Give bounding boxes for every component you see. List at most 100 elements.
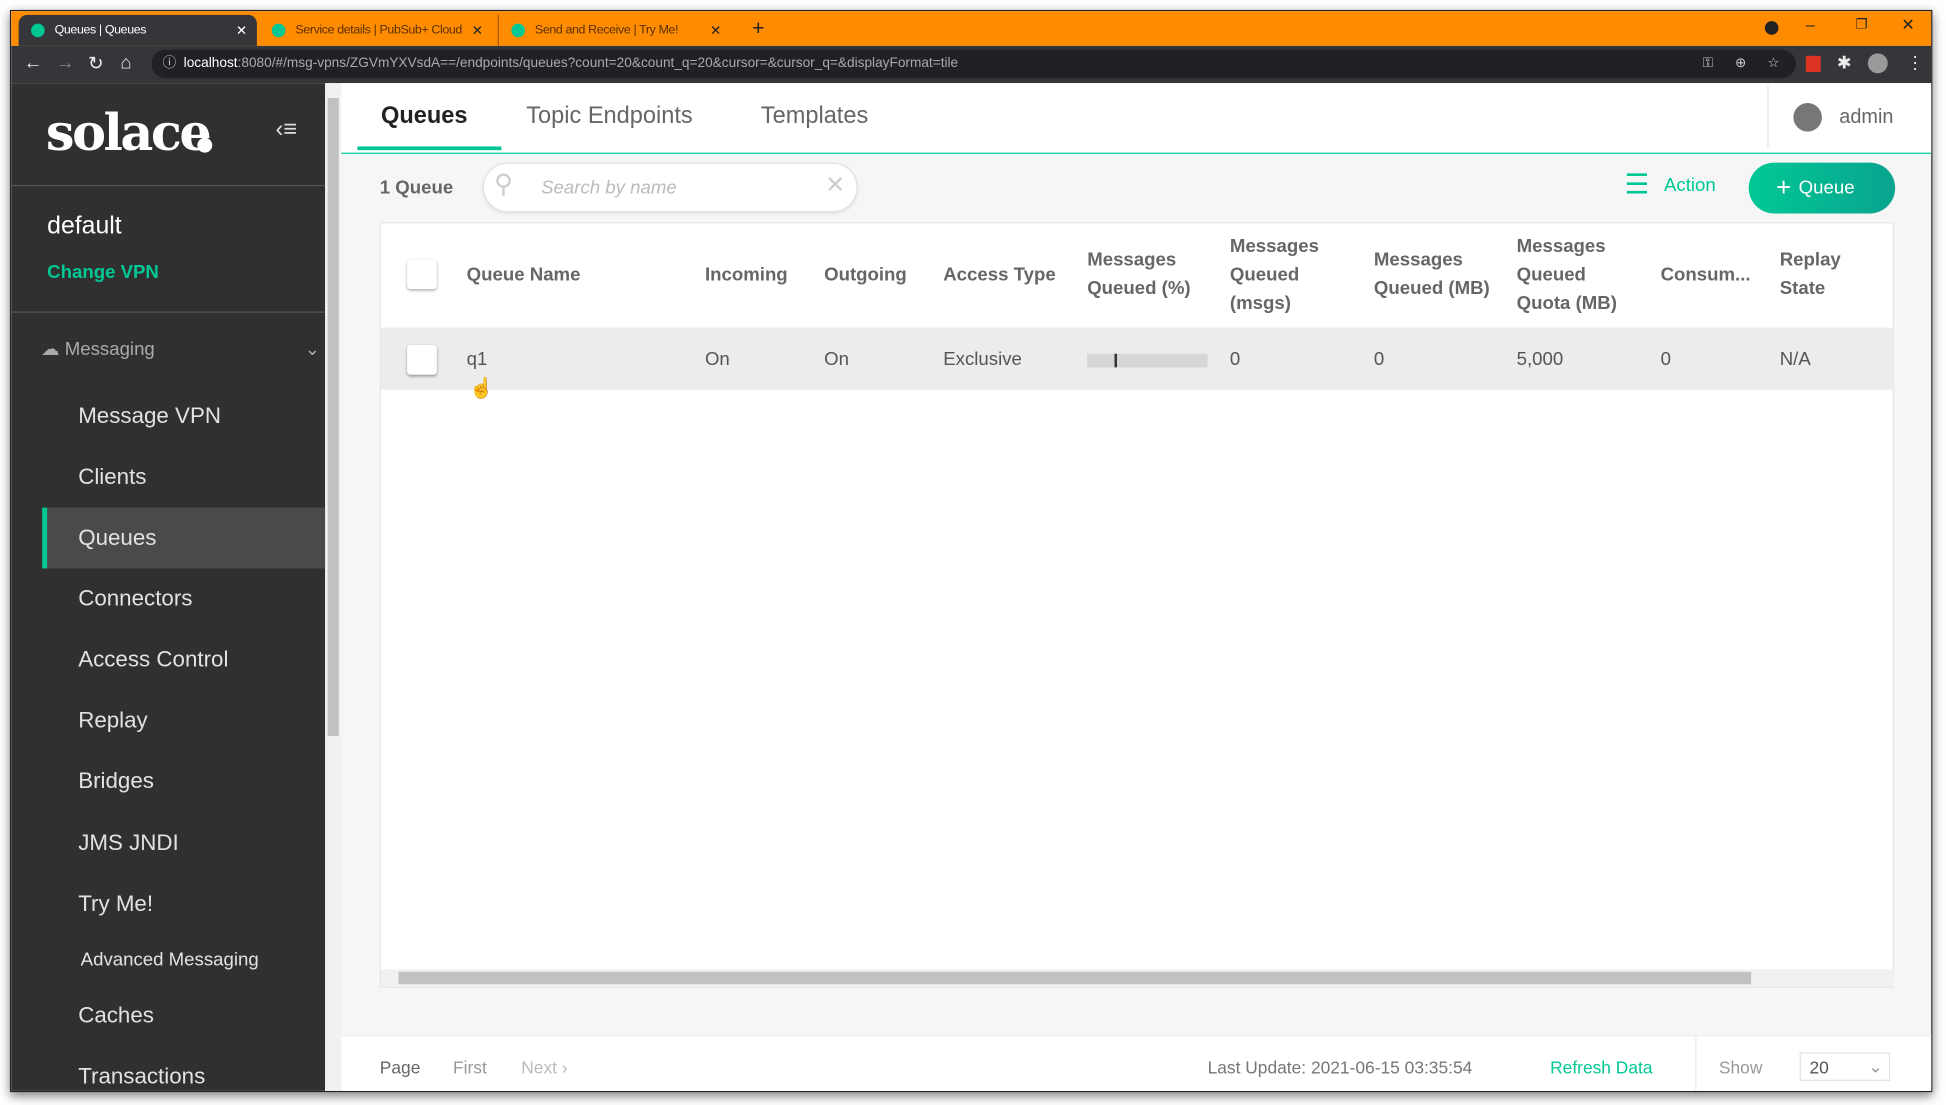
sliders-icon: ☰ (1624, 168, 1650, 200)
url-input[interactable]: ⓘ localhost:8080/#/msg-vpns/ZGVmYXVsdA==/… (151, 49, 1796, 79)
col-outgoing[interactable]: Outgoing (824, 261, 907, 290)
col-consumers[interactable]: Consum... (1661, 261, 1751, 290)
row-checkbox[interactable] (407, 345, 437, 375)
horizontal-scrollbar[interactable] (381, 969, 1894, 987)
col-label: Queued (1516, 264, 1586, 286)
collapse-sidebar-icon[interactable]: ‹≡ (276, 117, 298, 144)
extensions-icon[interactable]: ✱ (1837, 52, 1852, 73)
back-icon[interactable]: ← (24, 52, 43, 73)
tab-templates[interactable]: Templates (761, 83, 868, 153)
col-access-type[interactable]: Access Type (943, 261, 1055, 290)
menu-icon[interactable]: ⋮ (1906, 52, 1923, 73)
sidebar-item-caches[interactable]: Caches (42, 985, 325, 1046)
url-host: localhost (183, 55, 238, 71)
browser-tab-queues[interactable]: Queues | Queues ✕ (18, 14, 257, 46)
tab-queues[interactable]: Queues (381, 83, 468, 153)
sidebar-item-message-vpn[interactable]: Message VPN (42, 386, 325, 447)
new-tab-button[interactable]: + (752, 16, 764, 41)
sidebar-item-access-control[interactable]: Access Control (42, 629, 325, 690)
next-label: Next (521, 1057, 558, 1078)
mouse-cursor-icon: ☝ (469, 378, 494, 400)
page-label: Page (379, 1057, 421, 1078)
tab-strip: Queues | Queues ✕ Service details | PubSu… (11, 11, 1932, 46)
col-messages-queued-msgs[interactable]: Messages Queued (msgs) (1230, 232, 1319, 318)
select-all-checkbox[interactable] (407, 259, 437, 290)
action-button[interactable]: ☰ Action (1625, 169, 1716, 201)
close-tab-icon[interactable]: ✕ (236, 22, 247, 39)
mb-value: 0 (1373, 348, 1385, 370)
first-page-button[interactable]: First (453, 1057, 487, 1077)
profile-menu-icon[interactable] (1764, 21, 1779, 35)
add-queue-label: Queue (1798, 177, 1855, 199)
divider (1767, 85, 1769, 148)
col-label: Queued (1229, 264, 1300, 286)
show-label: Show (1718, 1057, 1763, 1078)
sidebar-item-try-me[interactable]: Try Me! (42, 874, 325, 935)
sidebar-item-transactions[interactable]: Transactions (42, 1046, 325, 1091)
sidebar-item-bridges[interactable]: Bridges (42, 751, 325, 812)
user-name[interactable]: admin (1839, 107, 1893, 129)
search-icon: ⚲ (493, 170, 514, 199)
browser-window: Queues | Queues ✕ Service details | PubSu… (9, 9, 1933, 1093)
sidebar-item-replay[interactable]: Replay (42, 690, 325, 751)
sidebar-item-jms-jndi[interactable]: JMS JNDI (42, 813, 325, 874)
sidebar-item-clients[interactable]: Clients (42, 447, 325, 508)
scrollbar-thumb[interactable] (398, 971, 1752, 985)
next-page-button[interactable]: Next › (521, 1057, 567, 1077)
change-vpn-link[interactable]: Change VPN (47, 262, 159, 283)
sidebar-item-advanced-messaging[interactable]: Advanced Messaging (42, 930, 325, 991)
favicon-icon (271, 23, 286, 38)
sidebar-scrollbar[interactable] (325, 83, 342, 1091)
col-label: Messages (1087, 249, 1177, 271)
forward-icon[interactable]: → (56, 52, 75, 73)
queue-name-link[interactable]: q1 (467, 349, 488, 370)
tab-title: Service details | PubSub+ Cloud (295, 23, 462, 38)
col-replay-state[interactable]: Replay State (1780, 246, 1841, 303)
user-icon[interactable] (1793, 103, 1822, 132)
clear-search-icon[interactable]: ✕ (825, 171, 845, 200)
sidebar-item-queues[interactable]: Queues (42, 507, 326, 569)
search-input[interactable]: ⚲ Search by name ✕ (482, 162, 858, 213)
key-icon[interactable]: ⚿ (1703, 50, 1713, 79)
queue-count: 1 Queue (379, 177, 454, 199)
col-label: Queued (MB) (1373, 278, 1490, 300)
col-messages-queued-mb[interactable]: Messages Queued (MB) (1374, 246, 1490, 303)
info-icon: ⓘ (162, 55, 177, 71)
browser-tab-tryme[interactable]: Send and Receive | Try Me! ✕ (497, 14, 731, 46)
restore-button[interactable]: ❐ (1855, 16, 1867, 32)
col-label: (msgs) (1229, 292, 1291, 314)
col-queue-name[interactable]: Queue Name (467, 261, 581, 290)
tab-topic-endpoints[interactable]: Topic Endpoints (526, 83, 693, 153)
col-label: State (1779, 278, 1826, 300)
reload-icon[interactable]: ↻ (88, 52, 104, 74)
logo-area: solace ‹≡ (11, 83, 326, 187)
action-label: Action (1663, 174, 1716, 196)
home-icon[interactable]: ⌂ (120, 52, 131, 73)
browser-tab-service[interactable]: Service details | PubSub+ Cloud ✕ (259, 15, 492, 46)
messaging-section[interactable]: ☁ Messaging ⌄ (41, 338, 320, 360)
lastpass-icon[interactable] (1805, 55, 1821, 72)
address-bar: ← → ↻ ⌂ ⓘ localhost:8080/#/msg-vpns/ZGVmY… (11, 45, 1932, 84)
col-label: Queued (%) (1087, 278, 1191, 300)
close-tab-icon[interactable]: ✕ (472, 22, 483, 39)
zoom-icon[interactable]: ⊕ (1735, 50, 1746, 79)
sidebar-item-connectors[interactable]: Connectors (42, 568, 325, 629)
col-label: Replay (1779, 249, 1841, 271)
table-header: Queue Name Incoming Outgoing Access Type… (381, 223, 1895, 327)
col-label: Messages (1373, 249, 1463, 271)
page-size-select[interactable]: 20 ⌄ (1799, 1052, 1891, 1081)
star-icon[interactable]: ☆ (1767, 50, 1779, 79)
close-window-button[interactable]: ✕ (1901, 15, 1915, 35)
minimize-button[interactable]: – (1806, 15, 1815, 34)
col-messages-queued-pct[interactable]: Messages Queued (%) (1087, 246, 1190, 303)
outgoing-value: On (824, 348, 849, 370)
table-row[interactable]: q1 On On Exclusive 0 0 5,000 0 N/A (381, 327, 1894, 390)
col-incoming[interactable]: Incoming (705, 261, 788, 290)
scrollbar-thumb[interactable] (327, 98, 339, 736)
refresh-data-button[interactable]: Refresh Data (1550, 1057, 1652, 1077)
col-quota-mb[interactable]: Messages Queued Quota (MB) (1517, 232, 1617, 318)
add-queue-button[interactable]: + Queue (1748, 162, 1896, 214)
tab-title: Send and Receive | Try Me! (534, 23, 679, 38)
avatar[interactable] (1867, 53, 1888, 74)
close-tab-icon[interactable]: ✕ (710, 22, 721, 39)
